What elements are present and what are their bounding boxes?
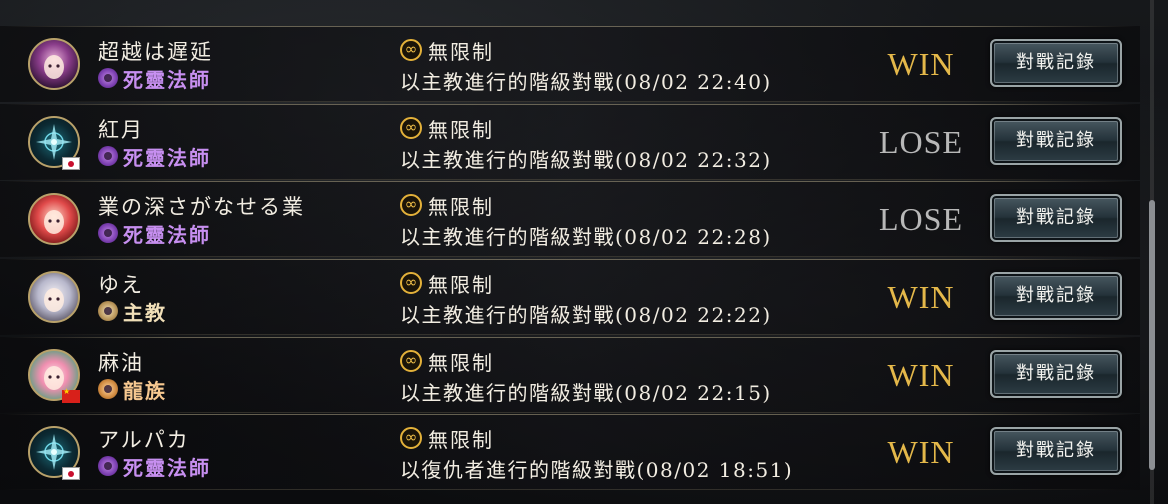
match-row: 超越は遅延死靈法師 ∞ 無限制以主教進行的階級對戰(08/02 22:40) WIN 對…: [0, 26, 1140, 102]
bishop-icon: [98, 301, 118, 321]
class-name: 龍族: [123, 378, 167, 403]
necromancer-icon: [98, 456, 118, 476]
class-name: 死靈法師: [123, 455, 211, 480]
win-result: WIN: [887, 434, 955, 470]
match-row: 紅月死靈法師 ∞ 無限制以主教進行的階級對戰(08/02 22:32) LOSE 對戰記…: [0, 104, 1140, 180]
format-label: 無限制: [428, 350, 494, 375]
format-label: 無限制: [428, 194, 494, 219]
unlimited-format-icon: ∞: [400, 350, 422, 372]
opponent-avatar[interactable]: [28, 193, 80, 245]
match-row: 業の深さがなせる業死靈法師 ∞ 無限制以主教進行的階級對戰(08/02 22:28)…: [0, 181, 1140, 257]
battle-record-button[interactable]: 對戰記錄: [990, 350, 1122, 398]
opponent-name: ゆえ: [98, 273, 144, 297]
win-result: WIN: [887, 357, 955, 393]
necromancer-icon: [98, 68, 118, 88]
match-row: 麻油龍族 ∞ 無限制以主教進行的階級對戰(08/02 22:15) WIN 對戰記錄: [0, 337, 1140, 413]
match-description: 以主教進行的階級對戰(08/02 22:32): [400, 148, 772, 172]
class-name: 死靈法師: [123, 222, 211, 247]
scrollbar-thumb[interactable]: [1149, 200, 1155, 470]
opponent-name: アルパカ: [98, 428, 190, 452]
battle-record-button[interactable]: 對戰記錄: [990, 117, 1122, 165]
opponent-name: 麻油: [98, 351, 144, 375]
win-result: WIN: [887, 46, 955, 82]
necromancer-icon: [98, 146, 118, 166]
format-label: 無限制: [428, 117, 494, 142]
match-description: 以主教進行的階級對戰(08/02 22:28): [400, 225, 772, 249]
opponent-name: 業の深さがなせる業: [98, 195, 305, 219]
battle-record-button[interactable]: 對戰記錄: [990, 427, 1122, 475]
opponent-class: 死靈法師: [98, 66, 211, 92]
lose-result: LOSE: [879, 201, 963, 237]
opponent-class: 死靈法師: [98, 144, 211, 170]
format-label: 無限制: [428, 272, 494, 297]
match-history-list: 超越は遅延 死靈法師 ∞ 無限制 以主教進行的階級對戰(08/02 22:40) WIN 對…: [0, 0, 1140, 504]
opponent-class: 死靈法師: [98, 454, 211, 480]
battle-record-button[interactable]: 對戰記錄: [990, 194, 1122, 242]
opponent-name: 紅月: [98, 118, 144, 142]
opponent-avatar[interactable]: [28, 271, 80, 323]
format-label: 無限制: [428, 427, 494, 452]
match-row: アルパカ死靈法師 ∞ 無限制以復仇者進行的階級對戰(08/02 18:51) WIN 對…: [0, 414, 1140, 490]
format: ∞ 無限制: [400, 269, 494, 297]
japan-flag-icon: [62, 467, 80, 480]
format: ∞ 無限制: [400, 114, 494, 142]
match-row: ゆえ主教 ∞ 無限制以主教進行的階級對戰(08/02 22:22) WIN 對戰記錄: [0, 259, 1140, 335]
format: ∞ 無限制: [400, 191, 494, 219]
class-name: 死靈法師: [123, 145, 211, 170]
opponent-class: 龍族: [98, 377, 167, 403]
opponent-avatar[interactable]: [28, 38, 80, 90]
unlimited-format-icon: ∞: [400, 117, 422, 139]
format-label: 無限制: [428, 39, 494, 64]
opponent-class: 死靈法師: [98, 221, 211, 247]
unlimited-format-icon: ∞: [400, 427, 422, 449]
unlimited-format-icon: ∞: [400, 194, 422, 216]
class-name: 死靈法師: [123, 67, 211, 92]
opponent-class: 主教: [98, 299, 167, 325]
match-description: 以復仇者進行的階級對戰(08/02 18:51): [400, 458, 794, 482]
class-name: 主教: [123, 300, 167, 325]
match-description: 以主教進行的階級對戰(08/02 22:15): [400, 381, 772, 405]
win-result: WIN: [887, 279, 955, 315]
necromancer-icon: [98, 223, 118, 243]
match-description: 以主教進行的階級對戰(08/02 22:22): [400, 303, 772, 327]
battle-record-button[interactable]: 對戰記錄: [990, 39, 1122, 87]
unlimited-format-icon: ∞: [400, 39, 422, 61]
unlimited-format-icon: ∞: [400, 272, 422, 294]
opponent-name: 超越は遅延: [98, 40, 213, 64]
china-flag-icon: [62, 387, 80, 403]
format: ∞ 無限制: [400, 424, 494, 452]
dragoncraft-icon: [98, 379, 118, 399]
format: ∞ 無限制: [400, 347, 494, 375]
japan-flag-icon: [62, 157, 80, 170]
format: ∞ 無限制: [400, 36, 494, 64]
match-description: 以主教進行的階級對戰(08/02 22:40): [400, 70, 772, 94]
lose-result: LOSE: [879, 124, 963, 160]
battle-record-button[interactable]: 對戰記錄: [990, 272, 1122, 320]
